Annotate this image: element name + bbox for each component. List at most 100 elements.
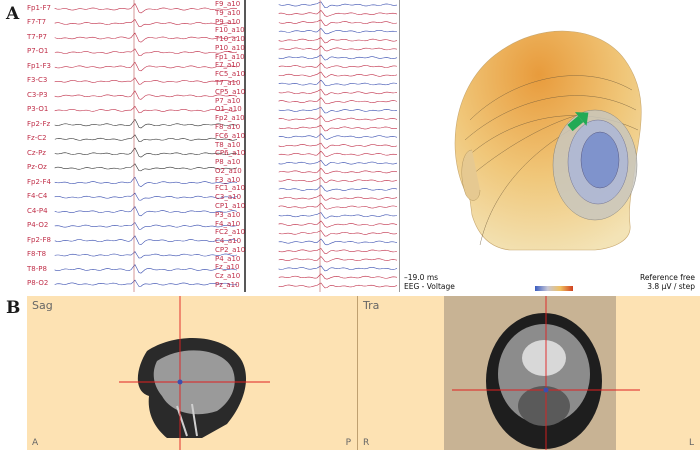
- eeg-trace-right-9: [278, 79, 398, 87]
- channel-label-right-11: P7_a10: [215, 96, 241, 105]
- eeg-traces-canvas: [54, 0, 398, 292]
- mri-panel: Sag A P Tra R L: [27, 296, 700, 450]
- channel-label-left-8: Fp2-Fz: [27, 119, 51, 128]
- eeg-trace-right-6: [278, 54, 398, 61]
- eeg-trace-right-5: [278, 45, 398, 52]
- channel-label-right-18: P8_a10: [215, 158, 241, 167]
- sag-anterior-label: A: [32, 438, 39, 448]
- eeg-trace-left-2: [54, 32, 238, 43]
- eeg-trace-left-3: [54, 48, 238, 57]
- channel-label-left-2: T7-P7: [27, 32, 47, 41]
- eeg-trace-left-18: [54, 264, 238, 274]
- channel-label-left-15: P4-O2: [27, 221, 49, 230]
- channel-label-right-32: Pz_a10: [215, 281, 240, 289]
- eeg-trace-right-19: [278, 167, 398, 175]
- eeg-trace-left-15: [54, 222, 238, 230]
- eeg-trace-left-13: [54, 192, 238, 201]
- channel-label-left-11: Pz-Oz: [27, 163, 47, 172]
- eeg-trace-right-20: [278, 177, 398, 183]
- eeg-trace-left-5: [54, 77, 238, 85]
- eeg-traces-panel: Fp1-F7 F7-T7 T7-P7 P7-O1 Fp1-F3 F3-C3 C3-P3 P3-…: [27, 0, 399, 292]
- channel-label-left-9: Fz-C2: [27, 134, 47, 143]
- eeg-trace-right-0: [278, 1, 398, 9]
- eeg-trace-right-25: [278, 220, 398, 228]
- eeg-trace-right-26: [278, 230, 398, 237]
- eeg-trace-right-3: [278, 27, 398, 35]
- channel-label-right-16: T8_a10: [215, 140, 241, 149]
- channel-label-right-4: T10_a10: [215, 35, 245, 44]
- eeg-trace-right-13: [278, 115, 398, 123]
- channel-label-right-25: F4_a10: [215, 219, 241, 228]
- eeg-trace-right-4: [278, 37, 398, 44]
- channel-label-left-5: F3-C3: [27, 76, 48, 85]
- channel-label-right-10: CP5_a10: [215, 87, 246, 96]
- channel-label-right-24: P3_a10: [215, 210, 241, 219]
- channel-label-left-4: Fp1-F3: [27, 61, 51, 70]
- eeg-trace-right-32: [278, 282, 398, 289]
- eeg-trace-right-23: [278, 202, 398, 210]
- channel-label-right-6: Fp1_a10: [215, 52, 245, 61]
- channel-label-right-8: FC5_a10: [215, 70, 246, 79]
- channel-label-right-12: O1_a10: [215, 105, 242, 114]
- eeg-trace-right-2: [278, 19, 398, 26]
- eeg-trace-right-30: [278, 265, 398, 272]
- channel-label-left-14: C4-P4: [27, 206, 48, 215]
- topo-reference: Reference free: [640, 273, 695, 282]
- eeg-trace-left-6: [54, 90, 238, 100]
- eeg-trace-right-31: [278, 273, 398, 280]
- eeg-trace-right-27: [278, 238, 398, 246]
- channel-label-left-7: P3-O1: [27, 105, 49, 114]
- eeg-trace-left-14: [54, 206, 238, 217]
- channel-label-right-26: FC2_a10: [215, 228, 246, 237]
- color-scale-bar: [535, 286, 573, 291]
- channel-label-right-2: P9_a10: [215, 17, 241, 26]
- channel-label-left-3: P7-O1: [27, 47, 49, 56]
- eeg-trace-right-18: [278, 160, 398, 166]
- eeg-trace-right-10: [278, 88, 398, 96]
- channel-label-right-15: FC6_a10: [215, 131, 246, 140]
- panel-a-label: A: [6, 4, 20, 24]
- eeg-trace-right-15: [278, 133, 398, 140]
- eeg-trace-left-1: [54, 19, 238, 27]
- channel-label-left-0: Fp1-F7: [27, 4, 51, 12]
- eeg-trace-right-28: [278, 248, 398, 255]
- channel-label-right-29: P4_a10: [215, 254, 241, 263]
- transverse-slice: [452, 296, 640, 450]
- channel-label-right-28: CP2_a10: [215, 245, 246, 254]
- channel-label-left-16: Fp2-F8: [27, 235, 51, 244]
- channel-label-right-23: CP1_a10: [215, 201, 246, 210]
- eeg-trace-left-11: [54, 163, 238, 172]
- channel-label-left-10: Cz-Pz: [27, 148, 46, 157]
- eeg-trace-right-12: [278, 106, 398, 114]
- eeg-trace-right-14: [278, 124, 398, 132]
- topography-panel: –19.0 ms EEG - Voltage Reference free 3.…: [399, 0, 700, 292]
- mri-transverse-pane: Tra R L: [358, 296, 700, 450]
- eeg-trace-left-16: [54, 235, 238, 246]
- channel-label-right-27: C4_a10: [215, 237, 242, 246]
- topo-step: 3.8 µV / step: [647, 282, 695, 291]
- eeg-trace-right-21: [278, 185, 398, 192]
- eeg-trace-right-1: [278, 10, 398, 17]
- channel-label-right-17: CP6_a10: [215, 149, 246, 158]
- channel-label-left-19: P8-O2: [27, 279, 49, 287]
- eeg-trace-right-16: [278, 142, 398, 149]
- channel-label-left-17: F8-T8: [27, 250, 47, 259]
- eeg-trace-left-4: [54, 61, 238, 72]
- channel-label-right-9: T7_a10: [215, 79, 241, 88]
- channel-label-left-1: F7-T7: [27, 18, 47, 27]
- eeg-trace-left-7: [54, 105, 238, 114]
- eeg-trace-left-19: [54, 279, 238, 287]
- channel-label-right-13: Fp2_a10: [215, 114, 245, 123]
- channel-label-right-20: F3_a10: [215, 175, 241, 184]
- channel-label-right-0: F9_a10: [215, 0, 241, 8]
- eeg-trace-right-22: [278, 194, 398, 201]
- tra-left-label: L: [688, 438, 694, 448]
- channel-label-right-22: C3_a10: [215, 193, 242, 202]
- eeg-trace-left-9: [54, 134, 238, 142]
- eeg-trace-left-10: [54, 147, 238, 158]
- topo-time: –19.0 ms: [404, 273, 439, 282]
- channel-label-right-1: T9_a10: [215, 8, 241, 17]
- channel-label-right-5: P10_a10: [215, 43, 245, 52]
- panel-b-label: B: [6, 298, 21, 318]
- channel-label-right-7: F7_a10: [215, 61, 241, 70]
